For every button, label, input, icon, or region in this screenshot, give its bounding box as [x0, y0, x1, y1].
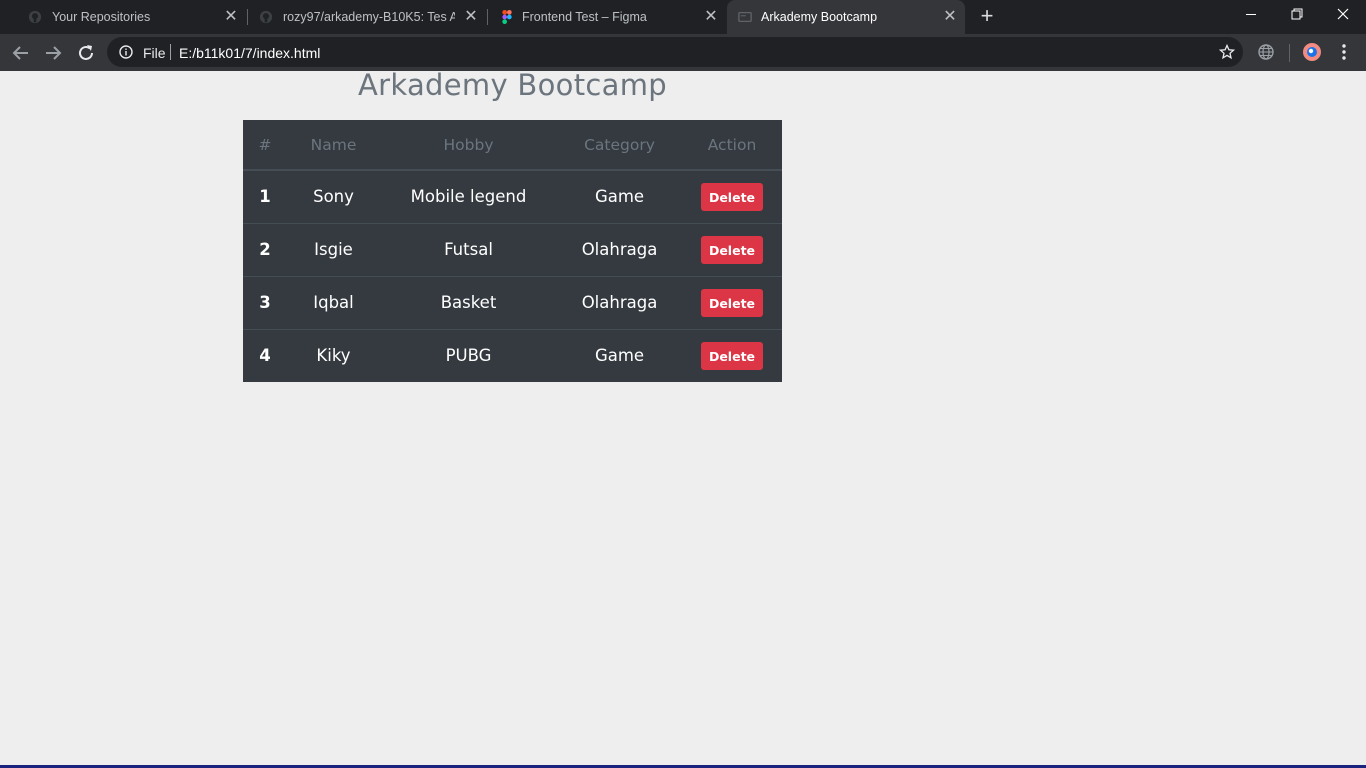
star-icon[interactable] [1219, 44, 1235, 60]
address-bar[interactable]: File E:/b11k01/7/index.html [107, 37, 1243, 67]
cell-hobby: Mobile legend [380, 170, 557, 224]
cell-name: Iqbal [287, 276, 380, 330]
figma-icon [502, 10, 512, 24]
forward-button[interactable] [40, 40, 66, 66]
cell-action: Delete [682, 170, 782, 224]
delete-button[interactable]: Delete [700, 182, 764, 211]
tab-title: rozy97/arkademy-B10K5: Tes Arkademy [283, 10, 455, 24]
restore-icon [1291, 8, 1303, 20]
cell-hobby: Basket [380, 276, 557, 330]
address-divider [170, 44, 171, 60]
delete-button[interactable]: Delete [700, 288, 764, 317]
new-tab-button[interactable]: + [975, 5, 999, 29]
tab-title: Your Repositories [52, 10, 151, 24]
table-row: 2 Isgie Futsal Olahraga Delete [243, 223, 782, 277]
cell-action: Delete [682, 276, 782, 330]
close-tab-icon[interactable]: ✕ [462, 8, 480, 26]
cell-category: Olahraga [557, 223, 682, 277]
github-icon [28, 10, 42, 24]
close-tab-icon[interactable]: ✕ [222, 8, 240, 26]
column-header-action: Action [682, 120, 782, 171]
close-tab-icon[interactable]: ✕ [941, 8, 959, 26]
table-header-row: # Name Hobby Category Action [243, 120, 782, 171]
globe-icon[interactable] [1256, 42, 1276, 62]
restore-button[interactable] [1274, 0, 1320, 30]
table-row: 3 Iqbal Basket Olahraga Delete [243, 276, 782, 330]
browser-toolbar: File E:/b11k01/7/index.html [0, 34, 1366, 71]
tab-title: Arkademy Bootcamp [761, 10, 878, 24]
column-header-category: Category [557, 120, 682, 171]
tab-your-repositories[interactable]: Your Repositories ✕ [8, 0, 246, 34]
row-number: 1 [243, 170, 287, 224]
row-number: 3 [243, 276, 287, 330]
column-header-hobby: Hobby [380, 120, 557, 171]
cell-category: Game [557, 170, 682, 224]
tab-github-repo[interactable]: rozy97/arkademy-B10K5: Tes Arkademy ✕ [248, 0, 486, 34]
table-row: 4 Kiky PUBG Game Delete [243, 329, 782, 382]
minimize-button[interactable] [1228, 0, 1274, 30]
cell-name: Isgie [287, 223, 380, 277]
tab-title: Frontend Test – Figma [522, 10, 647, 24]
url-text[interactable]: E:/b11k01/7/index.html [179, 45, 320, 61]
delete-button[interactable]: Delete [700, 341, 764, 370]
members-table: # Name Hobby Category Action 1 Sony Mobi… [243, 120, 782, 382]
reload-icon [79, 45, 93, 60]
close-window-button[interactable] [1320, 0, 1366, 30]
cell-category: Game [594, 346, 645, 366]
tab-arkademy-bootcamp[interactable]: Arkademy Bootcamp ✕ [727, 0, 965, 34]
tab-strip: Your Repositories ✕ rozy97/arkademy-B10K… [0, 0, 1366, 34]
arrow-left-icon [12, 46, 28, 60]
cell-category: Olahraga [557, 276, 682, 330]
minimize-icon [1246, 14, 1256, 15]
cell-name: Kiky [316, 346, 351, 366]
github-icon [259, 10, 273, 24]
table-row: 1 Sony Mobile legend Game Delete [243, 170, 782, 224]
scheme-label: File [143, 45, 166, 61]
cell-hobby: Futsal [380, 223, 557, 277]
avatar[interactable] [1302, 42, 1322, 62]
tab-figma[interactable]: Frontend Test – Figma ✕ [488, 0, 726, 34]
arrow-right-icon [46, 46, 62, 60]
close-tab-icon[interactable]: ✕ [702, 8, 720, 26]
column-header-name: Name [287, 120, 380, 171]
back-button[interactable] [8, 40, 34, 66]
column-header-number: # [243, 120, 287, 171]
more-vertical-icon[interactable] [1334, 42, 1354, 62]
page-title: Arkademy Bootcamp [358, 68, 667, 102]
row-number: 4 [259, 346, 271, 366]
cell-name: Sony [287, 170, 380, 224]
close-icon [1337, 8, 1349, 20]
reload-button[interactable] [73, 40, 99, 66]
toolbar-divider [1289, 44, 1290, 62]
page-icon [738, 11, 752, 23]
cell-hobby: PUBG [445, 346, 492, 366]
cell-action: Delete [682, 329, 782, 382]
row-number: 2 [243, 223, 287, 277]
delete-button[interactable]: Delete [700, 235, 764, 264]
cell-action: Delete [682, 223, 782, 277]
info-icon[interactable] [119, 45, 133, 59]
